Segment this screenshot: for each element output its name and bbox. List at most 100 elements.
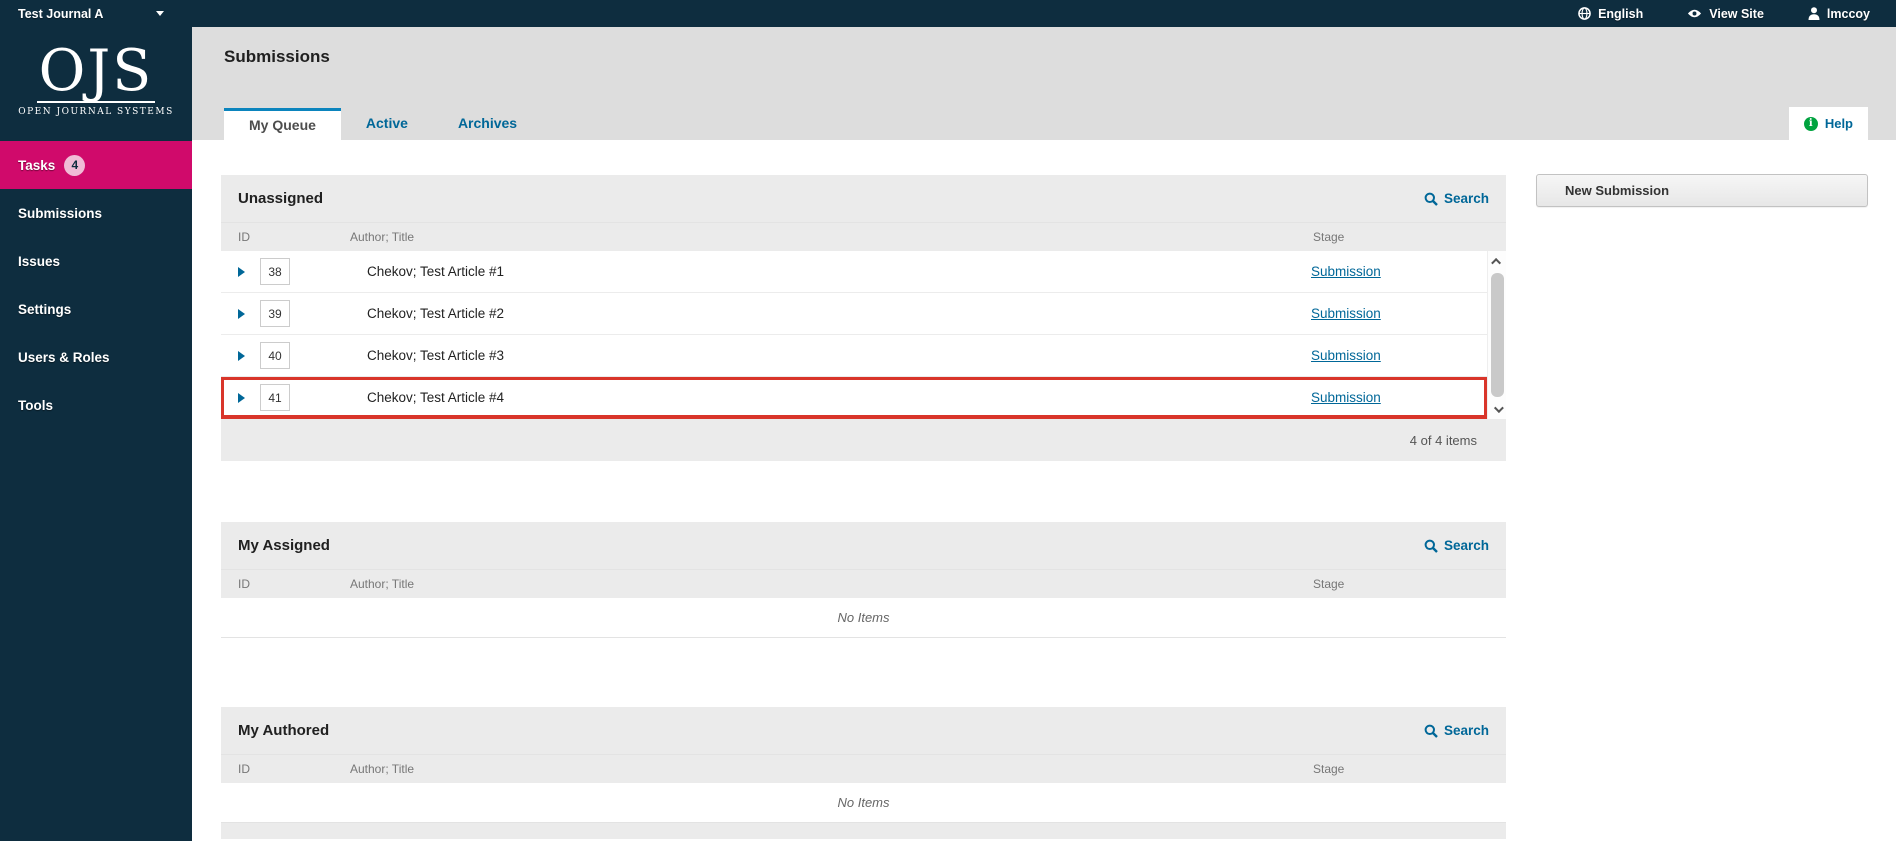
triangle-right-icon[interactable]	[238, 392, 245, 403]
sidebar: OJS OPEN JOURNAL SYSTEMS Tasks 4 Submiss…	[0, 27, 192, 841]
no-items-label: No Items	[837, 610, 890, 625]
sidebar-item-label: Tasks	[18, 157, 56, 173]
expand-cell	[221, 308, 260, 319]
sidebar-item-tasks[interactable]: Tasks 4	[0, 141, 192, 189]
scroll-up-button[interactable]	[1488, 251, 1506, 271]
sidebar-item-tools[interactable]: Tools	[0, 381, 192, 429]
my-authored-search-button[interactable]: Search	[1424, 723, 1489, 738]
id-cell: 41	[260, 384, 367, 411]
expand-cell	[221, 350, 260, 361]
sidebar-item-settings[interactable]: Settings	[0, 285, 192, 333]
sidebar-item-issues[interactable]: Issues	[0, 237, 192, 285]
unassigned-panel-header: Unassigned Search	[221, 175, 1506, 222]
tab-content: Unassigned Search ID Author; Title Stage	[192, 140, 1896, 841]
my-assigned-column-headers: ID Author; Title Stage	[221, 569, 1506, 598]
scroll-down-button[interactable]	[1488, 399, 1506, 419]
search-icon	[1424, 539, 1438, 553]
tab-active[interactable]: Active	[341, 108, 433, 140]
row-title: Chekov; Test Article #1	[367, 264, 505, 279]
sidebar-item-submissions[interactable]: Submissions	[0, 189, 192, 237]
my-authored-panel-header: My Authored Search	[221, 707, 1506, 754]
help-label: Help	[1824, 116, 1853, 131]
search-icon	[1424, 724, 1438, 738]
page-title: Submissions	[224, 47, 330, 66]
sidebar-item-label: Tools	[18, 397, 53, 413]
unassigned-rows: 38 Chekov; Test Article #1 Submission 39…	[221, 251, 1487, 419]
my-authored-empty-row: No Items	[221, 783, 1506, 823]
column-header-stage: Stage	[1313, 762, 1345, 776]
chevron-down-icon	[1493, 402, 1504, 413]
sidebar-item-users-roles[interactable]: Users & Roles	[0, 333, 192, 381]
ojs-logo-subtitle: OPEN JOURNAL SYSTEMS	[18, 107, 174, 117]
stage-cell: Submission	[1311, 389, 1487, 407]
id-cell: 39	[260, 300, 367, 327]
row-title: Chekov; Test Article #2	[367, 306, 505, 321]
table-row: 38 Chekov; Test Article #1 Submission	[221, 251, 1487, 293]
stage-link[interactable]: Submission	[1311, 390, 1381, 405]
globe-icon	[1578, 7, 1591, 20]
triangle-right-icon[interactable]	[238, 266, 245, 277]
stage-link[interactable]: Submission	[1311, 306, 1381, 321]
row-id: 39	[260, 300, 290, 327]
search-label: Search	[1443, 538, 1489, 553]
stage-cell: Submission	[1311, 263, 1487, 281]
tab-my-queue[interactable]: My Queue	[224, 108, 341, 140]
view-site-link[interactable]: View Site	[1687, 7, 1764, 21]
column-header-stage: Stage	[1313, 230, 1345, 244]
search-icon	[1424, 192, 1438, 206]
triangle-right-icon[interactable]	[238, 308, 245, 319]
main-area: Submissions My Queue Active Archives i H…	[192, 27, 1896, 841]
language-label: English	[1598, 6, 1644, 21]
chevron-up-icon	[1490, 257, 1501, 268]
my-assigned-empty-row: No Items	[221, 598, 1506, 638]
stage-cell: Submission	[1311, 347, 1487, 365]
id-cell: 38	[260, 258, 367, 285]
stage-link[interactable]: Submission	[1311, 264, 1381, 279]
triangle-right-icon[interactable]	[238, 350, 245, 361]
unassigned-column-headers: ID Author; Title Stage	[221, 222, 1506, 251]
search-label: Search	[1443, 191, 1489, 206]
search-label: Search	[1443, 723, 1489, 738]
expand-cell	[221, 392, 260, 403]
help-button[interactable]: i Help	[1788, 107, 1868, 140]
info-icon: i	[1803, 116, 1818, 131]
column-header-stage: Stage	[1313, 577, 1345, 591]
journal-name: Test Journal A	[18, 6, 104, 21]
tab-archives[interactable]: Archives	[433, 108, 542, 140]
sidebar-nav: Tasks 4 Submissions Issues Settings User…	[0, 141, 192, 429]
table-row: 39 Chekov; Test Article #2 Submission	[221, 293, 1487, 335]
tab-bar: My Queue Active Archives	[224, 108, 542, 140]
unassigned-panel: Unassigned Search ID Author; Title Stage	[221, 175, 1506, 461]
row-title: Chekov; Test Article #4	[367, 390, 505, 405]
language-menu[interactable]: English	[1578, 7, 1643, 21]
user-menu[interactable]: lmccoy	[1808, 7, 1870, 21]
top-bar-links: English View Site lmccoy	[1578, 7, 1896, 21]
new-submission-button[interactable]: New Submission	[1536, 174, 1868, 207]
page-header: Submissions My Queue Active Archives i H…	[192, 27, 1896, 140]
stage-cell: Submission	[1311, 305, 1487, 323]
scrollbar[interactable]	[1487, 251, 1506, 419]
unassigned-footer: 4 of 4 items	[221, 419, 1506, 461]
view-site-label: View Site	[1709, 6, 1764, 21]
chevron-down-icon	[156, 11, 164, 16]
my-authored-footer	[221, 823, 1506, 839]
user-label: lmccoy	[1826, 6, 1870, 21]
column-header-author-title: Author; Title	[350, 577, 415, 591]
unassigned-search-button[interactable]: Search	[1424, 191, 1489, 206]
column-header-id: ID	[238, 577, 250, 591]
column-header-id: ID	[238, 762, 250, 776]
row-title: Chekov; Test Article #3	[367, 348, 505, 363]
items-count: 4 of 4 items	[1409, 432, 1477, 448]
column-header-author-title: Author; Title	[350, 762, 415, 776]
unassigned-rows-wrap: 38 Chekov; Test Article #1 Submission 39…	[221, 251, 1506, 419]
scrollbar-thumb[interactable]	[1490, 273, 1504, 397]
ojs-logo-title: OJS	[36, 38, 156, 104]
my-assigned-search-button[interactable]: Search	[1424, 538, 1489, 553]
stage-link[interactable]: Submission	[1311, 348, 1381, 363]
panel-title: My Assigned	[238, 537, 330, 554]
column-header-author-title: Author; Title	[350, 230, 415, 244]
top-bar: Test Journal A English View Site lmccoy	[0, 0, 1896, 27]
journal-selector[interactable]: Test Journal A	[0, 0, 172, 27]
my-assigned-panel-header: My Assigned Search	[221, 522, 1506, 569]
sidebar-item-label: Issues	[18, 253, 61, 269]
